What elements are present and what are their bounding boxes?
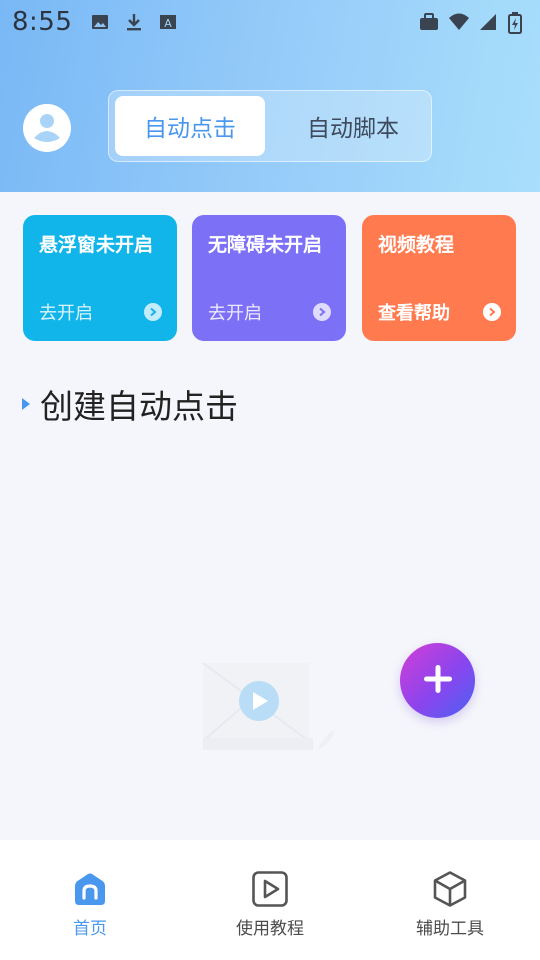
- home-icon: [71, 870, 109, 908]
- card-action: 去开启: [208, 303, 262, 324]
- status-bar: 8:55 A: [0, 0, 540, 44]
- nav-tutorial[interactable]: 使用教程: [180, 840, 360, 960]
- card-action: 去开启: [39, 303, 93, 324]
- tab-auto-script[interactable]: 自动脚本: [279, 96, 427, 156]
- chevron-right-icon: [144, 303, 162, 321]
- bottom-nav: 首页 使用教程 辅助工具: [0, 840, 540, 960]
- card-action: 查看帮助: [378, 303, 450, 324]
- accessibility-card[interactable]: 无障碍未开启 去开启: [192, 215, 346, 341]
- nav-label: 使用教程: [236, 919, 304, 939]
- empty-state-illustration: [200, 660, 340, 755]
- section-title-text: 创建自动点击: [40, 387, 238, 426]
- nav-label: 辅助工具: [416, 919, 484, 939]
- signal-icon: [478, 12, 498, 32]
- download-icon: [124, 12, 144, 32]
- status-time: 8:55: [12, 7, 73, 37]
- card-title: 悬浮窗未开启: [39, 234, 154, 256]
- card-title: 无障碍未开启: [208, 234, 323, 256]
- plus-icon: [420, 661, 456, 701]
- chevron-right-icon: [313, 303, 331, 321]
- avatar[interactable]: [23, 104, 71, 152]
- add-button[interactable]: [400, 643, 475, 718]
- briefcase-icon: [418, 12, 438, 32]
- chevron-right-icon: [483, 303, 501, 321]
- font-icon: A: [158, 12, 178, 32]
- triangle-marker-icon: [22, 398, 30, 410]
- video-tutorial-card[interactable]: 视频教程 查看帮助: [362, 215, 516, 341]
- card-title: 视频教程: [378, 234, 455, 256]
- floating-window-card[interactable]: 悬浮窗未开启 去开启: [23, 215, 177, 341]
- tab-auto-click[interactable]: 自动点击: [115, 96, 265, 156]
- svg-text:A: A: [165, 17, 173, 30]
- mode-switch: 自动点击 自动脚本: [108, 90, 432, 162]
- section-title: 创建自动点击: [22, 380, 238, 428]
- image-icon: [90, 12, 110, 32]
- nav-label: 首页: [73, 919, 107, 939]
- header: 8:55 A 自动点击 自动脚本: [0, 0, 540, 192]
- nav-tools[interactable]: 辅助工具: [360, 840, 540, 960]
- user-avatar-icon: [23, 102, 71, 154]
- play-tutorial-icon: [251, 870, 289, 908]
- cube-tool-icon: [431, 870, 469, 908]
- nav-home[interactable]: 首页: [0, 840, 180, 960]
- wifi-icon: [448, 12, 469, 32]
- battery-charging-icon: [508, 12, 528, 34]
